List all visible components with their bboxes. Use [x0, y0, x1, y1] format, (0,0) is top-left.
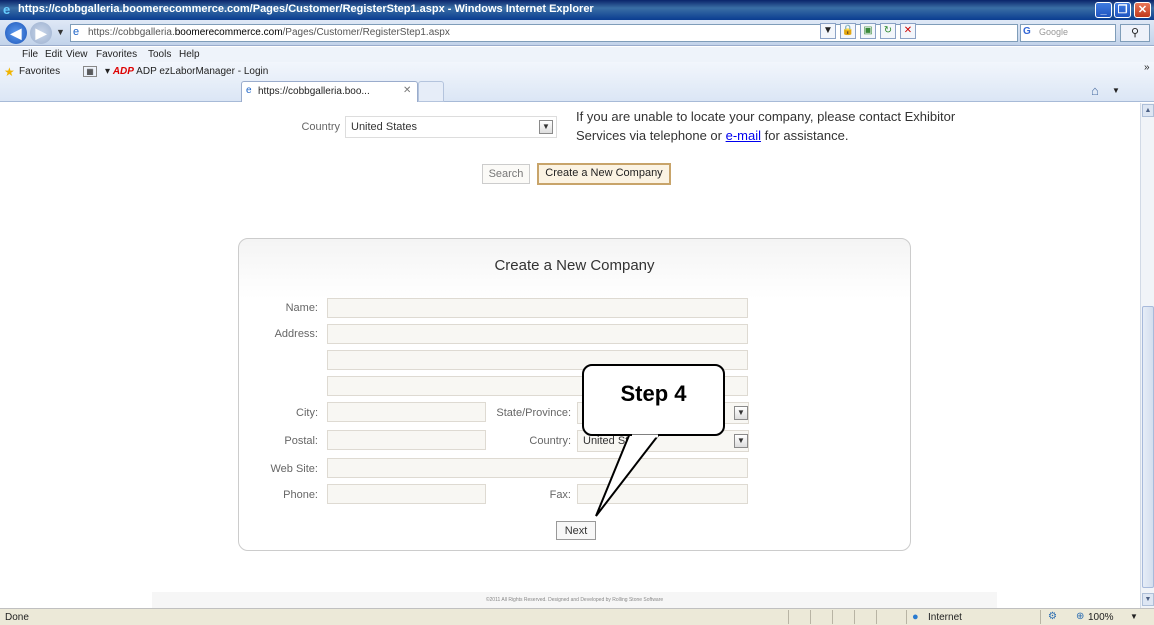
menu-file[interactable]: File [22, 49, 38, 60]
name-label: Name: [285, 302, 318, 314]
url-text: https://cobbgalleria.boomerecommerce.com… [88, 27, 450, 38]
menu-tools[interactable]: Tools [148, 49, 171, 60]
home-icon[interactable]: ⌂ [1091, 83, 1099, 98]
postal-label: Postal: [284, 435, 318, 447]
close-window-button[interactable]: ✕ [1134, 2, 1151, 18]
title-bar: e https://cobbgalleria.boomerecommerce.c… [0, 0, 1154, 20]
tab-active[interactable]: e https://cobbgalleria.boo... ✕ [241, 81, 418, 102]
window-title: https://cobbgalleria.boomerecommerce.com… [18, 3, 594, 15]
address-label: Address: [274, 328, 318, 340]
status-divider [854, 610, 855, 624]
menu-favorites[interactable]: Favorites [96, 49, 137, 60]
email-link[interactable]: e-mail [726, 128, 761, 143]
chevron-down-icon: ▼ [539, 120, 553, 134]
quick-tabs-icon[interactable]: ▦ [83, 66, 97, 77]
stop-icon[interactable]: ✕ [900, 23, 916, 39]
website-label: Web Site: [270, 463, 319, 475]
search-input[interactable]: G Google [1020, 24, 1116, 42]
url-dropdown-icon[interactable]: ▼ [820, 23, 836, 39]
status-divider [788, 610, 789, 624]
scroll-down-icon[interactable]: ▼ [1142, 593, 1154, 606]
status-divider [810, 610, 811, 624]
favorites-button[interactable]: Favorites [19, 66, 60, 77]
info-message: If you are unable to locate your company… [576, 109, 956, 143]
scroll-up-icon[interactable]: ▲ [1142, 104, 1154, 117]
status-divider [832, 610, 833, 624]
favorites-star-icon[interactable]: ★ [4, 65, 15, 79]
menu-help[interactable]: Help [179, 49, 200, 60]
create-new-company-button[interactable]: Create a New Company [537, 163, 671, 185]
ie-logo-icon: e [3, 2, 11, 17]
home-dropdown-icon[interactable]: ▼ [1112, 86, 1120, 95]
country-select[interactable]: United States ▼ [345, 116, 557, 138]
chevron-down-icon: ▼ [734, 406, 748, 420]
menu-bar: File Edit View Favorites Tools Help [0, 47, 1154, 62]
address-bar: ◀ ▶ ▼ e https://cobbgalleria.boomerecomm… [0, 20, 1154, 46]
google-icon: G [1023, 26, 1031, 37]
search-placeholder: Google [1039, 27, 1069, 37]
page-content: Country United States ▼ If you are unabl… [0, 103, 1140, 608]
status-divider [876, 610, 877, 624]
status-divider [1040, 610, 1041, 624]
country-select-value: United States [351, 121, 418, 133]
zoom-icon[interactable]: ⊕ [1076, 611, 1084, 622]
phone-label: Phone: [283, 489, 318, 501]
next-button[interactable]: Next [556, 521, 596, 540]
footer: ©2011 All Rights Reserved. Designed and … [152, 592, 997, 608]
toolbar-overflow-icon[interactable]: » [1144, 62, 1150, 73]
form-country-label: Country: [529, 435, 571, 447]
chevron-down-icon: ▼ [734, 434, 748, 448]
maximize-button[interactable]: ❐ [1114, 2, 1131, 18]
fax-label: Fax: [549, 489, 571, 501]
state-label: State/Province: [496, 407, 571, 419]
form-country-value: United States [583, 435, 650, 447]
lock-icon[interactable]: 🔒 [840, 23, 856, 39]
page-icon: e [73, 26, 80, 38]
search-button[interactable]: Search [482, 164, 530, 184]
country-label: Country [301, 121, 340, 133]
protected-mode-icon[interactable]: ⚙ [1048, 611, 1057, 622]
security-zone: Internet [928, 612, 962, 623]
callout-text: Step 4 [620, 381, 687, 406]
step-callout: Step 4 [582, 364, 725, 436]
refresh-icon[interactable]: ↻ [880, 23, 896, 39]
scrollbar-thumb[interactable] [1142, 306, 1154, 588]
favorites-bar: ★ Favorites ▦ ▾ ADP ADP ezLaborManager -… [0, 62, 1154, 102]
compatibility-view-icon[interactable]: ▣ [860, 23, 876, 39]
zoom-level[interactable]: 100% [1088, 612, 1114, 623]
status-bar: Done ● Internet ⚙ ⊕ 100% ▼ [0, 608, 1154, 625]
address-line1-field[interactable] [327, 324, 748, 344]
menu-edit[interactable]: Edit [45, 49, 62, 60]
city-label: City: [296, 407, 318, 419]
minimize-button[interactable]: _ [1095, 2, 1112, 18]
search-go-button[interactable]: ⚲ [1120, 24, 1150, 42]
menu-view[interactable]: View [66, 49, 88, 60]
new-tab-button[interactable] [418, 81, 444, 102]
panel-title: Create a New Company [494, 257, 655, 274]
tab-page-icon: e [246, 85, 252, 96]
adp-logo-icon: ADP [112, 66, 134, 77]
status-text: Done [5, 612, 29, 623]
globe-icon: ● [912, 611, 919, 623]
name-field[interactable] [327, 298, 748, 318]
zoom-dropdown-icon[interactable]: ▼ [1130, 612, 1138, 621]
forward-button[interactable]: ▶ [30, 22, 52, 44]
status-divider [906, 610, 907, 624]
website-field[interactable] [327, 458, 748, 478]
phone-field[interactable] [327, 484, 486, 504]
back-button[interactable]: ◀ [5, 22, 27, 44]
tab-close-icon[interactable]: ✕ [403, 85, 411, 96]
fax-field[interactable] [577, 484, 748, 504]
favorite-link-adp[interactable]: ▾ ADP ADP ezLaborManager - Login [105, 66, 268, 77]
tab-title: https://cobbgalleria.boo... [258, 86, 370, 97]
postal-field[interactable] [327, 430, 486, 450]
vertical-scrollbar[interactable]: ▲ ▼ [1140, 103, 1154, 608]
city-field[interactable] [327, 402, 486, 422]
recent-pages-dropdown-icon[interactable]: ▼ [56, 27, 65, 37]
